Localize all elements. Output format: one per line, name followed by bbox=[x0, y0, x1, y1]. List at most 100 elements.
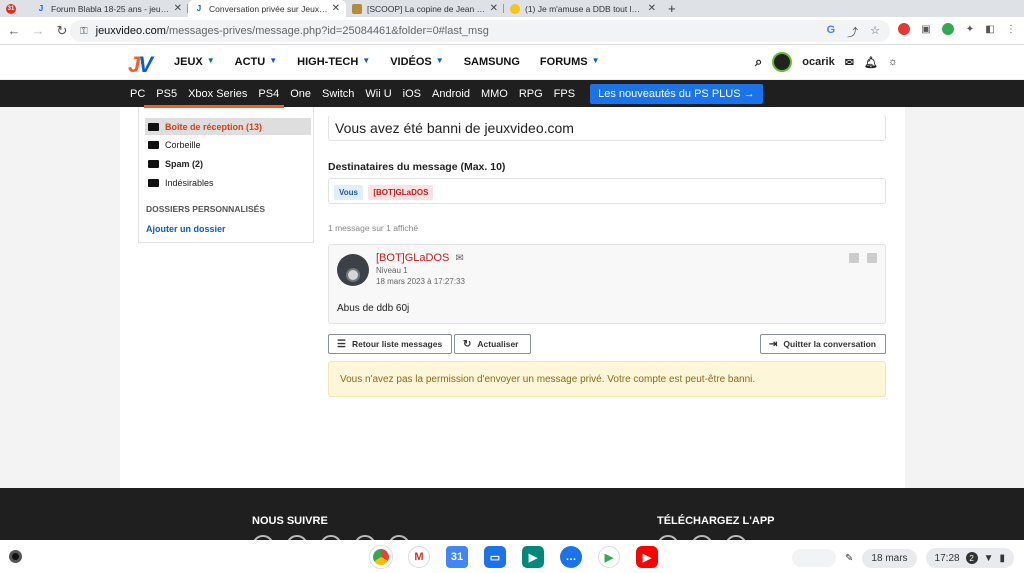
share-icon[interactable]: ⤴ bbox=[847, 24, 858, 40]
add-folder-link[interactable]: Ajouter un dossier bbox=[146, 224, 226, 234]
pinned-tab[interactable]: 31 bbox=[0, 0, 30, 17]
header-tools: ⌕ ocarik ✉ 🔔︎ ☼ bbox=[755, 52, 898, 72]
tote-holding-space-icon[interactable] bbox=[792, 549, 837, 567]
exit-icon: ⇥ bbox=[769, 338, 778, 350]
back-arrow-icon[interactable]: ← bbox=[2, 23, 26, 38]
tab-title: Forum Blabla 18-25 ans - jeuxvidéo bbox=[51, 3, 170, 14]
leave-conversation-button[interactable]: ⇥ Quitter la conversation bbox=[760, 334, 886, 354]
close-tab-icon[interactable]: ✕ bbox=[332, 3, 340, 14]
platform-link-6[interactable]: Wii U bbox=[365, 88, 391, 100]
browser-toolbar: ← → ↻ ⚿ jeuxvideo.com/messages-prives/me… bbox=[0, 17, 1024, 45]
tab-ddb[interactable]: (1) Je m'amuse a DDB tout les to ✕ bbox=[504, 0, 662, 17]
tab-conversation[interactable]: J Conversation privée sur Jeuxvidéo ✕ bbox=[188, 0, 346, 17]
tab-forum-blabla[interactable]: J Forum Blabla 18-25 ans - jeuxvidéo ✕ bbox=[30, 0, 188, 17]
nav-item-4[interactable]: SAMSUNG bbox=[464, 56, 520, 68]
platform-link-8[interactable]: Android bbox=[432, 88, 470, 100]
nav-item-0[interactable]: JEUX bbox=[174, 56, 203, 68]
close-tab-icon[interactable]: ✕ bbox=[174, 3, 182, 14]
download-app-title: TÉLÉCHARGEZ L'APP bbox=[657, 515, 775, 527]
chevron-down-icon[interactable]: ▼ bbox=[436, 56, 444, 68]
platform-link-0[interactable]: PC bbox=[130, 88, 145, 100]
platform-link-2[interactable]: Xbox Series bbox=[188, 88, 247, 100]
green-extension-icon[interactable] bbox=[940, 21, 956, 37]
personal-folders-title: DOSSIERS PERSONNALISÉS bbox=[146, 204, 266, 214]
close-tab-icon[interactable]: ✕ bbox=[648, 3, 656, 14]
side-panel-icon[interactable]: ◧ bbox=[982, 21, 998, 37]
google-icon[interactable]: G bbox=[827, 24, 836, 40]
address-bar[interactable]: ⚿ jeuxvideo.com/messages-prives/message.… bbox=[70, 20, 890, 42]
stylus-tools-icon[interactable]: ✎ bbox=[845, 553, 853, 564]
platform-link-5[interactable]: Switch bbox=[322, 88, 354, 100]
ps-plus-promo-button[interactable]: Les nouveautés du PS PLUS → bbox=[590, 83, 763, 104]
menu-kebab-icon[interactable]: ⋮ bbox=[1003, 21, 1019, 37]
status-tray[interactable]: 17:28 2 ▼ ▮ bbox=[925, 548, 1014, 568]
platform-link-4[interactable]: One bbox=[290, 88, 311, 100]
calendar-icon[interactable]: 31 bbox=[446, 546, 468, 568]
main-nav: JEUX ▼ ACTU ▼ HIGH-TECH ▼ VIDÉOS ▼ SAMSUNG FORUMS… bbox=[174, 56, 600, 68]
platform-link-9[interactable]: MMO bbox=[481, 88, 508, 100]
folder-unwanted[interactable]: Indésirables bbox=[145, 174, 311, 191]
author-avatar[interactable] bbox=[337, 254, 369, 286]
puzzle-extensions-icon[interactable]: ✦ bbox=[962, 21, 978, 37]
chevron-down-icon[interactable]: ▼ bbox=[269, 56, 277, 68]
platform-link-3[interactable]: PS4 bbox=[258, 88, 279, 100]
more-options-icon[interactable] bbox=[867, 253, 877, 263]
folder-trash[interactable]: Corbeille bbox=[145, 136, 311, 153]
refresh-button[interactable]: ↻ Actualiser bbox=[454, 334, 531, 354]
folder-inbox[interactable]: Boîte de réception (13) bbox=[145, 118, 311, 135]
list-icon: ☰ bbox=[337, 338, 346, 350]
platform-link-11[interactable]: FPS bbox=[554, 88, 575, 100]
envelope-icon[interactable]: ✉ bbox=[455, 253, 463, 264]
nav-item-3[interactable]: VIDÉOS bbox=[390, 56, 432, 68]
theme-sun-icon[interactable]: ☼ bbox=[888, 56, 898, 68]
author-name[interactable]: [BOT]GLaDOS bbox=[376, 252, 449, 264]
close-tab-icon[interactable]: ✕ bbox=[490, 3, 498, 14]
platform-link-1[interactable]: PS5 bbox=[156, 88, 177, 100]
files-icon[interactable]: ▭ bbox=[484, 546, 506, 568]
nav-item-5[interactable]: FORUMS bbox=[540, 56, 588, 68]
chevron-down-icon[interactable]: ▼ bbox=[207, 56, 215, 68]
youtube-icon[interactable]: ▶ bbox=[636, 546, 658, 568]
platform-link-7[interactable]: iOS bbox=[403, 88, 421, 100]
search-icon[interactable]: ⌕ bbox=[755, 54, 762, 70]
folder-spam[interactable]: Spam (2) bbox=[145, 155, 311, 172]
new-tab-button[interactable]: + bbox=[662, 0, 686, 17]
jv-logo[interactable]: JV bbox=[128, 52, 153, 78]
gmail-icon[interactable]: M bbox=[408, 546, 430, 568]
recipients-box: Vous [BOT]GLaDOS bbox=[328, 178, 886, 204]
mail-icon[interactable]: ✉ bbox=[845, 56, 854, 69]
bell-icon[interactable]: 🔔︎ bbox=[864, 56, 878, 69]
back-to-list-button[interactable]: ☰ Retour liste messages bbox=[328, 334, 452, 354]
battery-icon: ▮ bbox=[999, 552, 1005, 564]
folder-icon bbox=[148, 122, 159, 131]
jv-favicon-icon: J bbox=[38, 4, 44, 13]
meet-icon[interactable]: ▶ bbox=[522, 546, 544, 568]
username[interactable]: ocarik bbox=[802, 56, 834, 68]
tab-scoop[interactable]: [SCOOP] La copine de Jean Onche ✕ bbox=[346, 0, 504, 17]
adblock-extension-icon[interactable] bbox=[896, 21, 912, 37]
platform-link-10[interactable]: RPG bbox=[519, 88, 543, 100]
chevron-down-icon[interactable]: ▼ bbox=[592, 56, 600, 68]
site-header: JV JEUX ▼ ACTU ▼ HIGH-TECH ▼ VIDÉOS ▼ SAMSUNG FOR… bbox=[0, 45, 1024, 80]
forward-arrow-icon[interactable]: → bbox=[26, 23, 50, 38]
quote-icon[interactable] bbox=[849, 253, 859, 263]
nav-item-1[interactable]: ACTU bbox=[235, 56, 266, 68]
button-label: Retour liste messages bbox=[351, 339, 443, 349]
chrome-icon[interactable] bbox=[370, 546, 392, 568]
play-store-icon[interactable]: ▶ bbox=[598, 546, 620, 568]
messages-icon[interactable]: … bbox=[560, 546, 582, 568]
recipient-chip[interactable]: [BOT]GLaDOS bbox=[368, 185, 434, 200]
mp-sidebar: Boîte de réception (13) Corbeille Spam (… bbox=[138, 105, 314, 243]
launcher-icon[interactable] bbox=[9, 550, 22, 563]
bookmark-star-icon[interactable]: ☆ bbox=[870, 24, 880, 40]
recipient-chip[interactable]: Vous bbox=[334, 185, 363, 200]
url-host: jeuxvideo.com bbox=[95, 25, 166, 37]
nav-item-2[interactable]: HIGH-TECH bbox=[297, 56, 358, 68]
tab-title: (1) Je m'amuse a DDB tout les to bbox=[525, 3, 644, 14]
extension-box-icon[interactable]: ▣ bbox=[918, 21, 934, 37]
chevron-down-icon[interactable]: ▼ bbox=[362, 56, 370, 68]
avatar[interactable] bbox=[772, 52, 793, 72]
site-info-icon[interactable]: ⚿ bbox=[80, 26, 88, 37]
date-pill[interactable]: 18 mars bbox=[862, 548, 917, 568]
message-body: Abus de ddb 60j bbox=[337, 303, 410, 314]
